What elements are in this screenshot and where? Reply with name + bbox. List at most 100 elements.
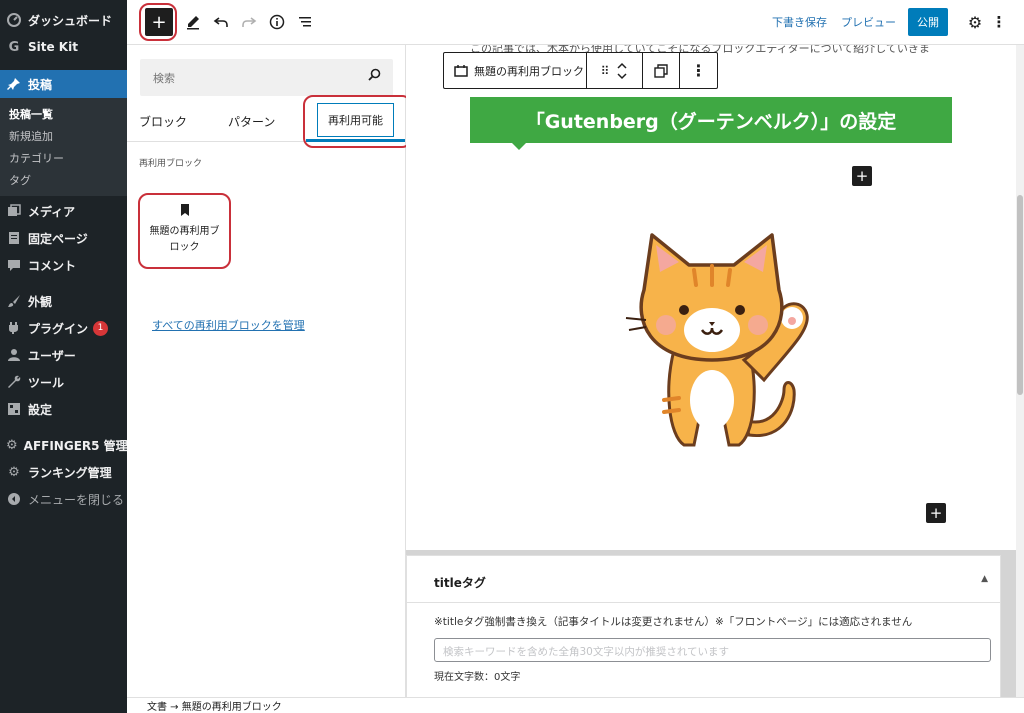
move-controls: ⠿ (587, 53, 643, 88)
drag-handle-icon[interactable]: ⠿ (601, 64, 610, 78)
sidebar-item-dashboard[interactable]: ダッシュボード (0, 7, 127, 33)
dashboard-icon (6, 12, 22, 28)
metabox-title: titleタグ (434, 576, 486, 590)
more-vertical-icon: ⋮ (690, 61, 707, 80)
pin-icon (6, 76, 22, 92)
info-icon (269, 14, 285, 30)
plugin-icon (6, 320, 22, 336)
submenu-categories[interactable]: カテゴリー (0, 148, 127, 168)
sidebar-item-posts[interactable]: 投稿 (0, 70, 127, 98)
settings-icon (6, 401, 22, 417)
editor-toolbar: + 下書き保存 プレビュー 公開 ⚙ ⋮ (127, 0, 1024, 45)
submenu-all-posts[interactable]: 投稿一覧 (0, 104, 127, 124)
sidebar-item-appearance[interactable]: 外観 (0, 288, 127, 314)
duplicate-icon (654, 63, 668, 78)
manage-reusable-blocks-link[interactable]: すべての再利用ブロックを管理 (152, 317, 305, 333)
preview-button[interactable]: プレビュー (841, 14, 896, 30)
google-g-icon: G (8, 39, 20, 55)
block-toolbar-title: 無題の再利用ブロック (474, 64, 584, 78)
sidebar-item-pages[interactable]: 固定ページ (0, 225, 127, 251)
submenu-tags[interactable]: タグ (0, 170, 127, 190)
submenu-add-new[interactable]: 新規追加 (0, 126, 127, 146)
sidebar-item-label: 固定ページ (28, 231, 88, 246)
undo-icon (213, 17, 228, 27)
block-inserter-panel: 検索 ブロック パターン 再利用可能 再利用ブロック 無題の再利用ブロック すべ… (127, 45, 406, 697)
convert-to-regular-button[interactable] (643, 53, 680, 88)
plus-icon: + (151, 11, 167, 33)
sidebar-item-sitekit[interactable]: G Site Kit (0, 34, 127, 60)
sidebar-item-label: ユーザー (28, 348, 76, 363)
sidebar-item-comments[interactable]: コメント (0, 252, 127, 278)
gear-icon: ⚙ (6, 437, 18, 453)
sidebar-item-affinger[interactable]: ⚙ AFFINGER5 管理 (0, 432, 128, 458)
tab-blocks[interactable]: ブロック (139, 100, 187, 142)
media-icon (6, 203, 22, 219)
brush-icon (6, 293, 22, 309)
reusable-block-item[interactable]: 無題の再利用ブロック (142, 197, 227, 267)
sidebar-item-label: メディア (28, 204, 76, 219)
section-title: 再利用ブロック (139, 159, 203, 169)
sidebar-item-settings[interactable]: 設定 (0, 396, 127, 422)
block-options-button[interactable]: ⋮ (680, 53, 717, 88)
block-type-button[interactable]: 無題の再利用ブロック (444, 53, 587, 88)
canvas-scrollbar[interactable] (1016, 45, 1024, 697)
sidebar-item-label: AFFINGER5 管理 (23, 438, 128, 453)
redo-icon (242, 17, 257, 27)
sidebar-item-label: メニューを閉じる (28, 492, 125, 507)
title-tag-metabox: titleタグ ▲ ※titleタグ強制書き換え（記事タイトルは変更されません）… (406, 555, 1001, 700)
block-breadcrumb: 文書 → 無題の再利用ブロック (127, 697, 1024, 713)
redo-button[interactable] (235, 8, 263, 36)
sidebar-item-plugins[interactable]: プラグイン 1 (0, 315, 127, 341)
sidebar-item-users[interactable]: ユーザー (0, 342, 127, 368)
editor-screen: ダッシュボード G Site Kit 投稿 投稿一覧 新規追加 カテゴリー タグ… (0, 0, 1024, 713)
inline-add-block-button[interactable]: + (852, 166, 872, 186)
collapse-icon (6, 491, 22, 507)
search-icon (368, 68, 381, 85)
gear-icon: ⚙ (8, 464, 20, 480)
pencil-icon (187, 16, 199, 30)
settings-button[interactable]: ⚙ (961, 8, 989, 36)
character-count: 現在文字数：0文字 (434, 672, 521, 683)
tab-reusable[interactable]: 再利用可能 (306, 100, 405, 142)
plus-icon: + (929, 504, 943, 522)
tab-patterns[interactable]: パターン (228, 100, 275, 142)
inserter-tabs: ブロック パターン 再利用可能 (127, 100, 406, 142)
block-toolbar: 無題の再利用ブロック ⠿ ⋮ (443, 52, 718, 89)
sidebar-item-label: 外観 (28, 294, 53, 309)
tab-reusable-label: 再利用可能 (317, 102, 394, 137)
sidebar-item-ranking[interactable]: ⚙ ランキング管理 (0, 459, 127, 485)
bookmark-icon (142, 204, 227, 220)
save-draft-button[interactable]: 下書き保存 (772, 14, 827, 30)
title-tag-input[interactable]: 検索キーワードを含めた全角30文字以内が推奨されています (434, 638, 991, 662)
metabox-header[interactable]: titleタグ ▲ (407, 556, 1000, 603)
move-up-down-icon[interactable] (616, 61, 628, 81)
publish-button[interactable]: 公開 (908, 8, 948, 36)
sidebar-item-label: 設定 (28, 402, 53, 417)
undo-button[interactable] (207, 8, 235, 36)
sidebar-item-label: ランキング管理 (28, 465, 112, 480)
admin-sidebar: ダッシュボード G Site Kit 投稿 投稿一覧 新規追加 カテゴリー タグ… (0, 0, 128, 713)
list-view-button[interactable] (291, 8, 319, 36)
metabox-note: ※titleタグ強制書き換え（記事タイトルは変更されません）※「フロントページ」… (434, 616, 913, 628)
sidebar-item-tools[interactable]: ツール (0, 369, 127, 395)
list-view-icon (299, 17, 311, 27)
search-placeholder: 検索 (153, 72, 175, 85)
title-tag-placeholder: 検索キーワードを含めた全角30文字以内が推奨されています (443, 646, 730, 658)
options-menu-button[interactable]: ⋮ (989, 8, 1009, 36)
heading-block[interactable]: 「Gutenberg（グーテンベルク）」の設定 (470, 97, 952, 150)
sidebar-item-label: プラグイン (28, 321, 89, 336)
search-input[interactable]: 検索 (140, 59, 393, 96)
more-vertical-icon: ⋮ (991, 13, 1007, 31)
tools-button[interactable] (179, 8, 207, 36)
collapse-menu-button[interactable]: メニューを閉じる (0, 486, 127, 512)
breadcrumb-text[interactable]: 文書 → 無題の再利用ブロック (147, 698, 282, 713)
sidebar-item-media[interactable]: メディア (0, 198, 127, 224)
cat-illustration[interactable] (624, 230, 814, 460)
details-button[interactable] (263, 8, 291, 36)
scroll-thumb[interactable] (1017, 195, 1023, 395)
reusable-block-label: 無題の再利用ブロック (149, 226, 220, 253)
add-block-button[interactable]: + (145, 8, 173, 36)
gear-icon: ⚙ (967, 12, 983, 32)
inline-add-block-button[interactable]: + (926, 503, 946, 523)
collapse-arrow-icon[interactable]: ▲ (981, 574, 988, 584)
